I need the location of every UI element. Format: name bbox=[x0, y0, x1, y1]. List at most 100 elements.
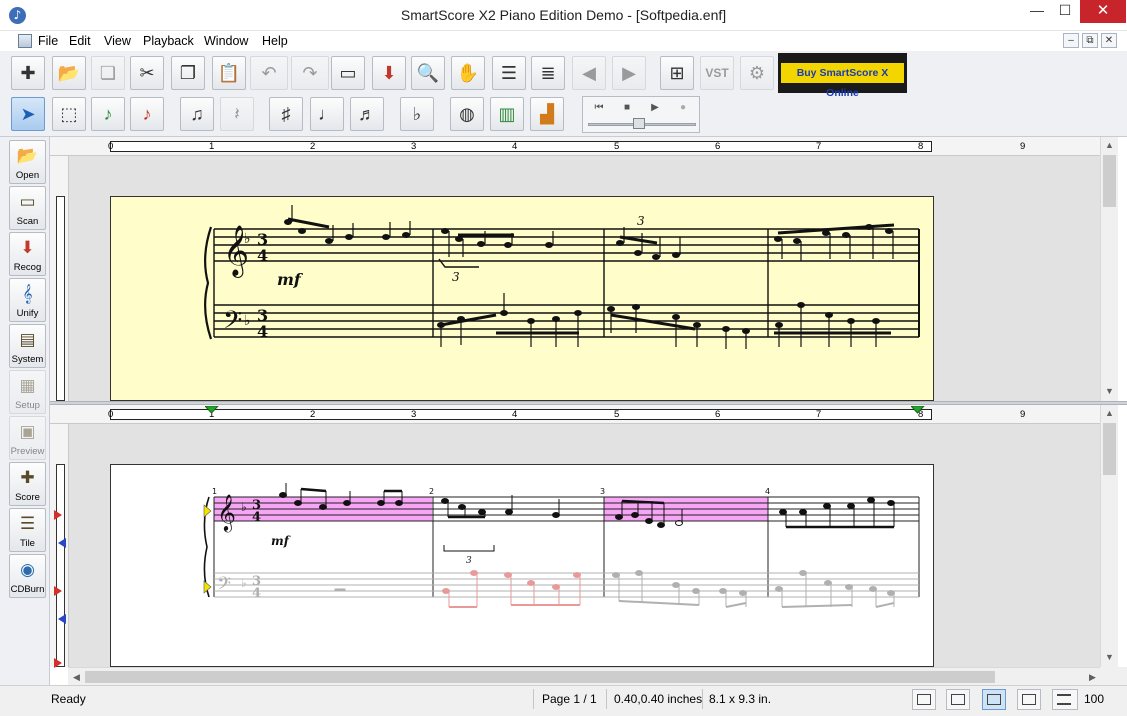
rests-palette-button[interactable]: 𝄽 bbox=[220, 97, 254, 131]
horizontal-scrollbar[interactable]: ◀ ▶ bbox=[68, 667, 1118, 685]
scroll-down-arrow[interactable]: ▼ bbox=[1101, 383, 1118, 399]
scroll-up-arrow[interactable]: ▲ bbox=[1101, 405, 1118, 421]
piano-roll-button[interactable]: ▥ bbox=[490, 97, 524, 131]
document-icon[interactable] bbox=[18, 34, 32, 48]
ruler-label: 3 bbox=[411, 141, 417, 152]
page-view-icon: ☰ bbox=[500, 63, 518, 83]
hand-tool-button[interactable]: ✋ bbox=[451, 56, 485, 90]
scroll-thumb[interactable] bbox=[1103, 423, 1116, 475]
ties-button[interactable]: ♭ bbox=[400, 97, 434, 131]
open-button[interactable]: 📂 bbox=[52, 56, 86, 90]
menu-edit[interactable]: Edit bbox=[69, 34, 91, 48]
horizontal-scroll-thumb[interactable] bbox=[85, 671, 995, 683]
menu-view[interactable]: View bbox=[104, 34, 131, 48]
duration-button[interactable]: ♩ bbox=[310, 97, 344, 131]
staff-view-button[interactable]: ≣ bbox=[531, 56, 565, 90]
buy-online-banner[interactable]: Buy SmartScore X Online bbox=[778, 53, 907, 99]
mdi-close-button[interactable]: ✕ bbox=[1101, 33, 1117, 48]
play-button[interactable]: ▶ bbox=[642, 100, 668, 115]
mdi-restore-button[interactable]: ⧉ bbox=[1082, 33, 1098, 48]
stairs-button[interactable]: ▟ bbox=[530, 97, 564, 131]
sidebar-preview-button[interactable]: ▣ Preview bbox=[9, 416, 46, 460]
tuner-button[interactable]: ⚙ bbox=[740, 56, 774, 90]
paste-button[interactable]: 📋 bbox=[212, 56, 246, 90]
view-single-button[interactable] bbox=[982, 689, 1006, 710]
view-split-button[interactable] bbox=[912, 689, 936, 710]
system-icon: ▤ bbox=[19, 330, 36, 349]
close-button[interactable]: ✕ bbox=[1080, 0, 1126, 23]
key-signature-flat: ♭ bbox=[241, 500, 247, 514]
vertical-ruler bbox=[50, 424, 69, 668]
next-page-button[interactable]: ▶ bbox=[612, 56, 646, 90]
top-pane-vertical-scrollbar[interactable]: ▲ ▼ bbox=[1100, 137, 1118, 401]
status-separator bbox=[606, 689, 607, 709]
view-two-pane-button[interactable] bbox=[946, 689, 970, 710]
ruler-label: 6 bbox=[715, 141, 721, 152]
new-score-button[interactable]: ✚ bbox=[11, 56, 45, 90]
close-file-icon: ❏ bbox=[99, 63, 117, 83]
accidentals-button[interactable]: ♯ bbox=[269, 97, 303, 131]
mdi-minimize-button[interactable]: – bbox=[1063, 33, 1079, 48]
menu-help[interactable]: Help bbox=[262, 34, 288, 48]
select-tool-button[interactable]: ➤ bbox=[11, 97, 45, 131]
cut-button[interactable]: ✂ bbox=[130, 56, 164, 90]
vst-button[interactable]: VST bbox=[700, 56, 734, 90]
drum-button[interactable]: ◍ bbox=[450, 97, 484, 131]
left-margin-marker-icon[interactable] bbox=[205, 406, 219, 414]
minimize-button[interactable]: — bbox=[1022, 0, 1052, 23]
prev-page-button[interactable]: ◀ bbox=[572, 56, 606, 90]
status-position: 0.40,0.40 inches bbox=[614, 692, 703, 706]
delete-note-button[interactable]: ♪ bbox=[130, 97, 164, 131]
sidebar-item-label: Recog bbox=[13, 262, 42, 273]
staff-markers[interactable] bbox=[52, 490, 68, 680]
sidebar-cdburn-button[interactable]: ◉ CDBurn bbox=[9, 554, 46, 598]
menu-file[interactable]: File bbox=[38, 34, 58, 48]
close-file-button[interactable]: ❏ bbox=[91, 56, 125, 90]
select-region-button[interactable]: ⬚ bbox=[52, 97, 86, 131]
maximize-button[interactable]: ☐ bbox=[1050, 0, 1080, 23]
right-margin-marker-icon[interactable] bbox=[911, 406, 925, 414]
sidebar-system-button[interactable]: ▤ System bbox=[9, 324, 46, 368]
score-edit-pane[interactable]: 0 1 2 3 4 5 6 7 8 9 1 2 3 4 𝄞 𝄢 ♭ ♭ 3 4 … bbox=[50, 405, 1118, 668]
record-button[interactable]: ● bbox=[670, 100, 696, 115]
view-stacked-button[interactable] bbox=[1017, 689, 1041, 710]
undo-button[interactable]: ↶ bbox=[250, 56, 288, 90]
scroll-thumb[interactable] bbox=[1103, 155, 1116, 207]
sidebar-open-button[interactable]: 📂 Open bbox=[9, 140, 46, 184]
scan-image-pane[interactable]: 0 1 2 3 4 5 6 7 8 9 𝄞 𝄢 ♭ ♭ 3 4 3 4 mf 3… bbox=[50, 137, 1118, 401]
sidebar-recog-button[interactable]: ⬇ Recog bbox=[9, 232, 46, 276]
tuplet-button[interactable]: ♬ bbox=[350, 97, 384, 131]
scan-button[interactable]: ▭ bbox=[331, 56, 365, 90]
stop-button[interactable]: ■ bbox=[614, 100, 640, 115]
scroll-right-arrow[interactable]: ▶ bbox=[1084, 669, 1101, 685]
menu-playback[interactable]: Playback bbox=[143, 34, 194, 48]
sidebar-tile-button[interactable]: ☰ Tile bbox=[9, 508, 46, 552]
insert-note-button[interactable]: ♪ bbox=[91, 97, 125, 131]
mixer-button[interactable]: ⊞ bbox=[660, 56, 694, 90]
score-page[interactable]: 1 2 3 4 𝄞 𝄢 ♭ ♭ 3 4 3 4 mf 3 bbox=[110, 464, 934, 667]
zoom-level-button[interactable] bbox=[1052, 689, 1078, 710]
sidebar-scan-button[interactable]: ▭ Scan bbox=[9, 186, 46, 230]
rewind-button[interactable]: ⏮ bbox=[586, 100, 612, 115]
scanned-page[interactable]: 𝄞 𝄢 ♭ ♭ 3 4 3 4 mf 3 3 bbox=[110, 196, 934, 401]
page-view-button[interactable]: ☰ bbox=[492, 56, 526, 90]
redo-button[interactable]: ↷ bbox=[291, 56, 329, 90]
playback-slider-thumb[interactable] bbox=[633, 118, 645, 129]
zoom-button[interactable]: 🔍 bbox=[411, 56, 445, 90]
duration-icon: ♩ bbox=[318, 104, 336, 124]
status-ready: Ready bbox=[51, 692, 86, 706]
sidebar-unify-button[interactable]: 𝄞 Unify bbox=[9, 278, 46, 322]
copy-button[interactable]: ❐ bbox=[171, 56, 205, 90]
notes-palette-button[interactable]: ♫ bbox=[180, 97, 214, 131]
scroll-left-arrow[interactable]: ◀ bbox=[68, 669, 85, 685]
sidebar-setup-button[interactable]: ▦ Setup bbox=[9, 370, 46, 414]
scroll-down-arrow[interactable]: ▼ bbox=[1101, 649, 1118, 665]
menu-window[interactable]: Window bbox=[204, 34, 248, 48]
split-view-icon bbox=[917, 694, 931, 705]
ruler-label: 1 bbox=[209, 141, 215, 152]
recognize-button[interactable]: ⬇ bbox=[372, 56, 406, 90]
triplet-marking: 3 bbox=[452, 270, 460, 284]
scroll-up-arrow[interactable]: ▲ bbox=[1101, 137, 1118, 153]
bottom-pane-vertical-scrollbar[interactable]: ▲ ▼ bbox=[1100, 405, 1118, 667]
sidebar-score-button[interactable]: ✚ Score bbox=[9, 462, 46, 506]
